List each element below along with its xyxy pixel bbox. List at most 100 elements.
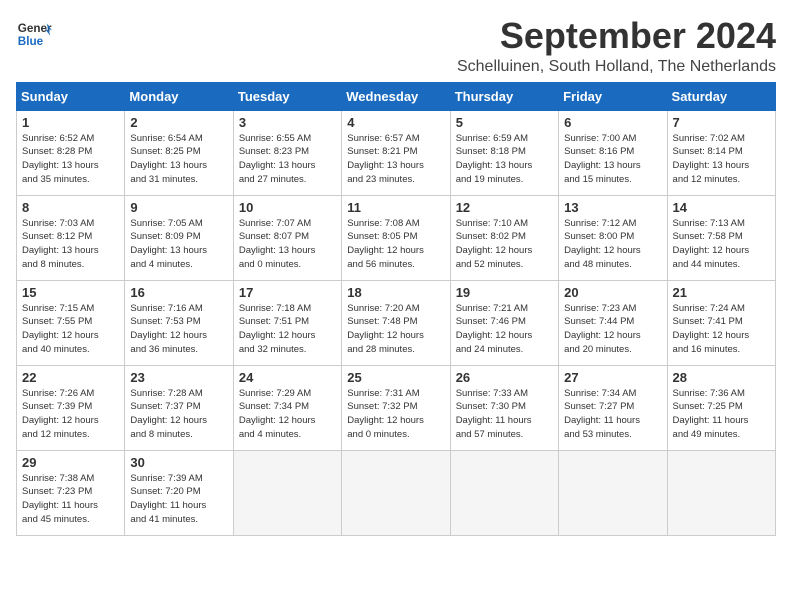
day-info: Sunrise: 7:08 AM Sunset: 8:05 PM Dayligh… [347,217,444,272]
day-cell: 21 Sunrise: 7:24 AM Sunset: 7:41 PM Dayli… [667,280,775,365]
day-cell: 7 Sunrise: 7:02 AM Sunset: 8:14 PM Daylig… [667,110,775,195]
day-number: 12 [456,200,553,215]
day-number: 8 [22,200,119,215]
day-cell [450,450,558,535]
day-cell: 11 Sunrise: 7:08 AM Sunset: 8:05 PM Dayli… [342,195,450,280]
day-number: 15 [22,285,119,300]
logo-icon: General Blue [16,16,52,52]
week-row-2: 8 Sunrise: 7:03 AM Sunset: 8:12 PM Daylig… [17,195,776,280]
day-cell: 24 Sunrise: 7:29 AM Sunset: 7:34 PM Dayli… [233,365,341,450]
day-number: 29 [22,455,119,470]
day-info: Sunrise: 7:20 AM Sunset: 7:48 PM Dayligh… [347,302,444,357]
day-number: 7 [673,115,770,130]
week-row-1: 1 Sunrise: 6:52 AM Sunset: 8:28 PM Daylig… [17,110,776,195]
day-cell: 30Sunrise: 7:39 AM Sunset: 7:20 PM Dayli… [125,450,233,535]
day-cell: 16Sunrise: 7:16 AM Sunset: 7:53 PM Dayli… [125,280,233,365]
day-info: Sunrise: 7:23 AM Sunset: 7:44 PM Dayligh… [564,302,661,357]
day-cell: 29 Sunrise: 7:38 AM Sunset: 7:23 PM Dayli… [17,450,125,535]
day-info: Sunrise: 7:36 AM Sunset: 7:25 PM Dayligh… [673,387,770,442]
day-header-saturday: Saturday [667,82,775,110]
day-info: Sunrise: 6:57 AM Sunset: 8:21 PM Dayligh… [347,132,444,187]
day-number: 5 [456,115,553,130]
day-header-monday: Monday [125,82,233,110]
day-number: 13 [564,200,661,215]
day-cell: 12 Sunrise: 7:10 AM Sunset: 8:02 PM Dayli… [450,195,558,280]
calendar-subtitle: Schelluinen, South Holland, The Netherla… [457,58,776,76]
day-number: 11 [347,200,444,215]
day-cell [233,450,341,535]
day-info: Sunrise: 6:55 AM Sunset: 8:23 PM Dayligh… [239,132,336,187]
day-number: 30 [130,455,227,470]
day-cell: 23 Sunrise: 7:28 AM Sunset: 7:37 PM Dayli… [125,365,233,450]
day-number: 14 [673,200,770,215]
header: General Blue September 2024 Schelluinen,… [16,16,776,76]
day-cell: 10 Sunrise: 7:07 AM Sunset: 8:07 PM Dayli… [233,195,341,280]
day-cell: 4Sunrise: 6:57 AM Sunset: 8:21 PM Daylig… [342,110,450,195]
day-number: 19 [456,285,553,300]
day-info: Sunrise: 6:52 AM Sunset: 8:28 PM Dayligh… [22,132,119,187]
logo: General Blue [16,16,52,52]
day-number: 22 [22,370,119,385]
day-header-sunday: Sunday [17,82,125,110]
day-cell: 22 Sunrise: 7:26 AM Sunset: 7:39 PM Dayli… [17,365,125,450]
day-cell [342,450,450,535]
day-cell: 8 Sunrise: 7:03 AM Sunset: 8:12 PM Daylig… [17,195,125,280]
day-header-thursday: Thursday [450,82,558,110]
day-cell: 28 Sunrise: 7:36 AM Sunset: 7:25 PM Dayli… [667,365,775,450]
day-info: Sunrise: 6:59 AM Sunset: 8:18 PM Dayligh… [456,132,553,187]
day-info: Sunrise: 7:28 AM Sunset: 7:37 PM Dayligh… [130,387,227,442]
day-info: Sunrise: 7:12 AM Sunset: 8:00 PM Dayligh… [564,217,661,272]
day-cell: 18 Sunrise: 7:20 AM Sunset: 7:48 PM Dayli… [342,280,450,365]
day-number: 24 [239,370,336,385]
day-info: Sunrise: 7:26 AM Sunset: 7:39 PM Dayligh… [22,387,119,442]
day-cell: 13 Sunrise: 7:12 AM Sunset: 8:00 PM Dayli… [559,195,667,280]
day-info: Sunrise: 7:10 AM Sunset: 8:02 PM Dayligh… [456,217,553,272]
day-cell: 5 Sunrise: 6:59 AM Sunset: 8:18 PM Daylig… [450,110,558,195]
week-row-5: 29 Sunrise: 7:38 AM Sunset: 7:23 PM Dayli… [17,450,776,535]
day-info: Sunrise: 7:13 AM Sunset: 7:58 PM Dayligh… [673,217,770,272]
svg-text:Blue: Blue [18,35,44,48]
day-cell: 17 Sunrise: 7:18 AM Sunset: 7:51 PM Dayli… [233,280,341,365]
day-info: Sunrise: 7:07 AM Sunset: 8:07 PM Dayligh… [239,217,336,272]
day-info: Sunrise: 7:00 AM Sunset: 8:16 PM Dayligh… [564,132,661,187]
day-cell: 6 Sunrise: 7:00 AM Sunset: 8:16 PM Daylig… [559,110,667,195]
day-info: Sunrise: 7:24 AM Sunset: 7:41 PM Dayligh… [673,302,770,357]
day-header-friday: Friday [559,82,667,110]
day-number: 18 [347,285,444,300]
day-info: Sunrise: 7:29 AM Sunset: 7:34 PM Dayligh… [239,387,336,442]
day-number: 28 [673,370,770,385]
day-info: Sunrise: 7:18 AM Sunset: 7:51 PM Dayligh… [239,302,336,357]
calendar-title: September 2024 [457,16,776,56]
day-number: 17 [239,285,336,300]
day-cell: 1 Sunrise: 6:52 AM Sunset: 8:28 PM Daylig… [17,110,125,195]
day-info: Sunrise: 7:21 AM Sunset: 7:46 PM Dayligh… [456,302,553,357]
day-info: Sunrise: 7:15 AM Sunset: 7:55 PM Dayligh… [22,302,119,357]
day-number: 6 [564,115,661,130]
day-info: Sunrise: 7:02 AM Sunset: 8:14 PM Dayligh… [673,132,770,187]
day-number: 23 [130,370,227,385]
title-block: September 2024 Schelluinen, South Hollan… [457,16,776,76]
day-number: 26 [456,370,553,385]
day-cell: 20Sunrise: 7:23 AM Sunset: 7:44 PM Dayli… [559,280,667,365]
day-info: Sunrise: 7:05 AM Sunset: 8:09 PM Dayligh… [130,217,227,272]
day-number: 16 [130,285,227,300]
day-number: 1 [22,115,119,130]
day-cell: 15 Sunrise: 7:15 AM Sunset: 7:55 PM Dayli… [17,280,125,365]
day-cell: 2Sunrise: 6:54 AM Sunset: 8:25 PM Daylig… [125,110,233,195]
day-cell: 14 Sunrise: 7:13 AM Sunset: 7:58 PM Dayli… [667,195,775,280]
day-number: 21 [673,285,770,300]
day-cell [559,450,667,535]
day-number: 25 [347,370,444,385]
day-number: 9 [130,200,227,215]
day-number: 2 [130,115,227,130]
day-number: 27 [564,370,661,385]
day-cell: 25Sunrise: 7:31 AM Sunset: 7:32 PM Dayli… [342,365,450,450]
day-info: Sunrise: 7:03 AM Sunset: 8:12 PM Dayligh… [22,217,119,272]
day-info: Sunrise: 7:38 AM Sunset: 7:23 PM Dayligh… [22,472,119,527]
week-row-4: 22 Sunrise: 7:26 AM Sunset: 7:39 PM Dayli… [17,365,776,450]
day-cell: 3Sunrise: 6:55 AM Sunset: 8:23 PM Daylig… [233,110,341,195]
day-header-tuesday: Tuesday [233,82,341,110]
day-number: 10 [239,200,336,215]
day-info: Sunrise: 7:34 AM Sunset: 7:27 PM Dayligh… [564,387,661,442]
day-cell: 27 Sunrise: 7:34 AM Sunset: 7:27 PM Dayli… [559,365,667,450]
